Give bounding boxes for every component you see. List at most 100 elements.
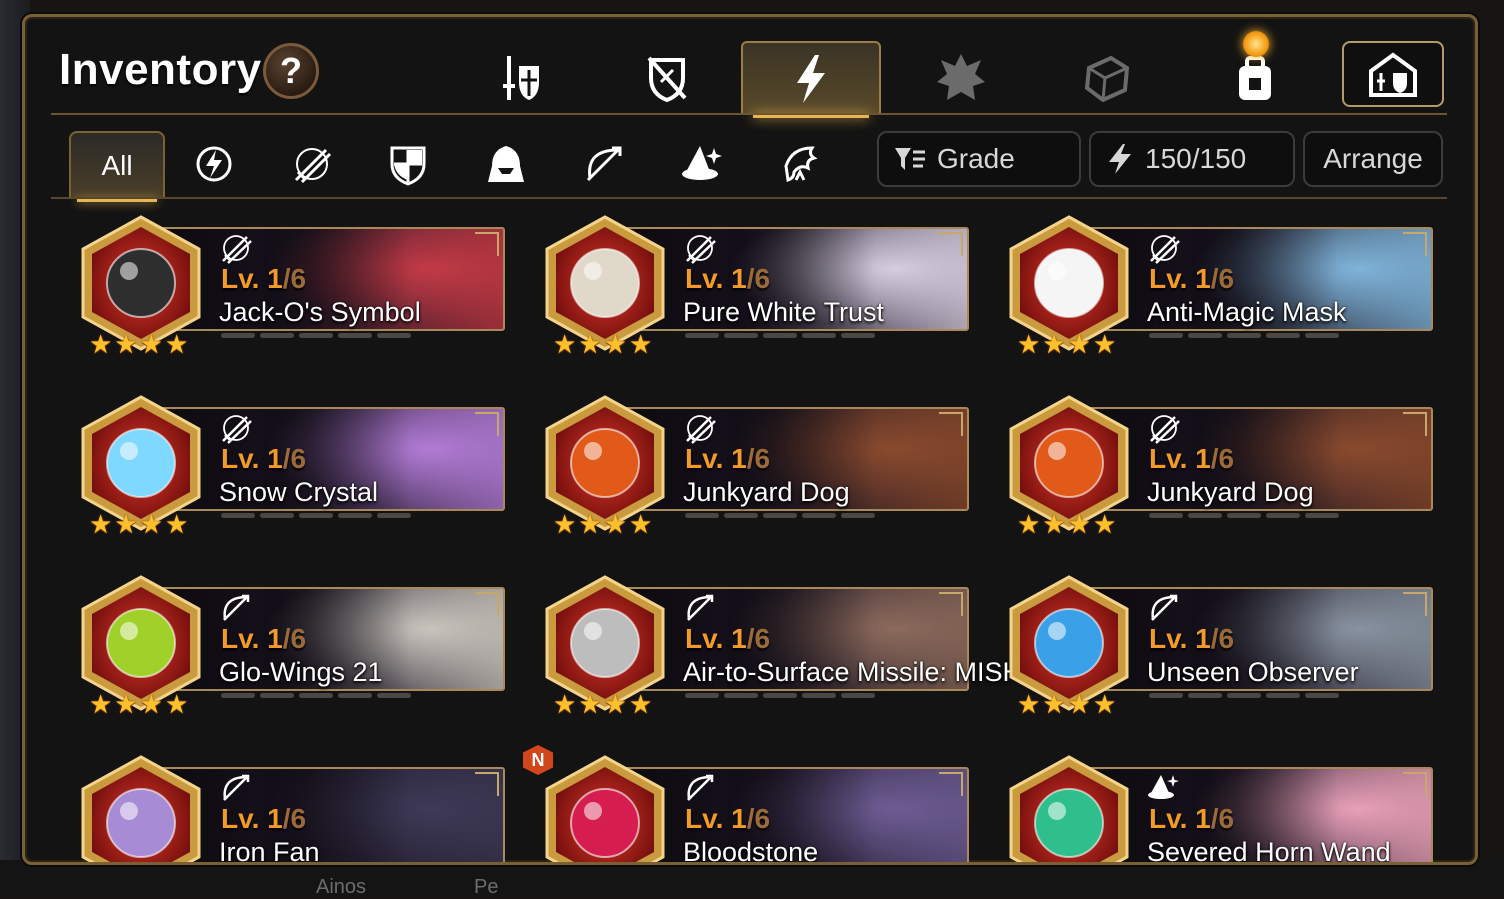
tab-weapon[interactable]: [451, 41, 591, 115]
filter-thief[interactable]: [461, 131, 551, 197]
artifact-portrait-frame: [1009, 755, 1129, 862]
artifact-card[interactable]: Lv. 1/6 Junkyard Dog ★ ★ ★ ★: [999, 393, 1435, 537]
star-icon: ★: [139, 329, 163, 359]
artifact-card[interactable]: Lv. 1/6 Snow Crystal ★ ★ ★ ★: [71, 393, 507, 537]
star-icon: ★: [139, 689, 163, 719]
artifact-name: Junkyard Dog: [1147, 477, 1314, 507]
tab-armor[interactable]: [597, 41, 737, 115]
artifact-level: Lv. 1/6: [221, 263, 306, 295]
star-icon: ★: [603, 689, 627, 719]
artifact-name: Severed Horn Wand: [1147, 837, 1391, 863]
progress-segment: [260, 333, 294, 338]
artifact-level-value: Lv. 1: [1149, 263, 1211, 294]
artifact-level: Lv. 1/6: [685, 803, 770, 835]
filter-soul-weaver[interactable]: [169, 131, 259, 197]
warrior-class-icon: [222, 235, 252, 264]
artifact-card[interactable]: Lv. 1/6Iron Fan★★★★: [71, 753, 507, 862]
tab-catalyst[interactable]: [891, 41, 1031, 115]
star-icon: ★: [553, 509, 577, 539]
star-icon: ★: [553, 689, 577, 719]
star-icon: ★: [1017, 689, 1041, 719]
cube-icon: [1084, 55, 1130, 103]
star-icon: ★: [89, 329, 113, 359]
progress-segment: [724, 693, 758, 698]
filter-ranger[interactable]: [559, 131, 649, 197]
artifact-name: Anti-Magic Mask: [1147, 297, 1347, 327]
progress-segment: [377, 513, 411, 518]
progress-segment: [802, 513, 836, 518]
panel-corner: [1449, 836, 1475, 862]
artifact-card[interactable]: Lv. 1/6 Jack-O's Symbol ★ ★ ★ ★: [71, 213, 507, 357]
filter-all-tab[interactable]: All: [69, 131, 165, 202]
soul-weaver-icon: [196, 146, 232, 182]
progress-segment: [221, 333, 255, 338]
progress-segment: [685, 333, 719, 338]
enhancement-progress: [685, 333, 875, 338]
inventory-panel: Inventory ? All Grade 150/150 Arrange Lv…: [22, 14, 1478, 865]
artifact-name: Bloodstone: [683, 837, 819, 863]
star-icon: ★: [1042, 689, 1066, 719]
star-icon: ★: [1092, 689, 1117, 719]
enhancement-progress: [221, 513, 411, 518]
progress-segment: [841, 333, 875, 338]
progress-segment: [841, 693, 875, 698]
filter-mage[interactable]: [657, 131, 747, 197]
broken-shield-icon: [647, 56, 687, 103]
artifact-level-max: /6: [282, 263, 307, 294]
progress-segment: [841, 513, 875, 518]
warrior-icon: [294, 148, 332, 184]
artifact-card[interactable]: Lv. 1/6Severed Horn Wand★★★★: [999, 753, 1435, 863]
artifact-card[interactable]: Lv. 1/6 Anti-Magic Mask ★ ★ ★ ★: [999, 213, 1435, 357]
artifact-card[interactable]: Lv. 1/6 Pure White Trust ★ ★ ★ ★: [535, 213, 971, 357]
star-icon: ★: [578, 329, 602, 359]
enhancement-progress: [1149, 693, 1339, 698]
progress-segment: [802, 333, 836, 338]
artifact-level-max: /6: [282, 803, 307, 834]
star-icon: ★: [553, 329, 577, 359]
artifact-level: Lv. 1/6: [221, 443, 306, 475]
filter-knight[interactable]: [363, 131, 453, 197]
star-icon: ★: [1067, 329, 1091, 359]
tab-material[interactable]: [1037, 41, 1177, 115]
artifact-level: Lv. 1/6: [685, 443, 770, 475]
filter-knight-bird[interactable]: [755, 131, 845, 197]
star-icon: ★: [603, 509, 627, 539]
help-button[interactable]: ?: [263, 43, 319, 99]
filter-warrior[interactable]: [267, 131, 357, 197]
artifact-name: Unseen Observer: [1147, 657, 1359, 687]
enhancement-progress: [685, 693, 875, 698]
artifact-level: Lv. 1/6: [1149, 263, 1234, 295]
star-icon: ★: [628, 689, 653, 719]
artifact-card[interactable]: Lv. 1/6 Unseen Observer ★ ★ ★ ★: [999, 573, 1435, 717]
storage-button[interactable]: [1342, 41, 1444, 107]
artifact-card[interactable]: Lv. 1/6 Air-to-Surface Missile: MISHA ★ ★ ★ ★: [535, 573, 1040, 717]
progress-segment: [377, 693, 411, 698]
artifact-name: Pure White Trust: [683, 297, 885, 327]
grade-sort-button[interactable]: Grade: [877, 131, 1081, 187]
progress-segment: [1266, 693, 1300, 698]
artifact-level-max: /6: [1210, 623, 1235, 654]
artifact-level-max: /6: [282, 623, 307, 654]
knight-icon: [390, 146, 426, 186]
tab-separator: [51, 113, 1447, 115]
arrange-button[interactable]: Arrange: [1303, 131, 1443, 187]
artifact-card[interactable]: Lv. 1/6 Glo-Wings 21 ★ ★ ★ ★: [71, 573, 507, 717]
panel-corner: [25, 17, 51, 43]
artifact-card[interactable]: Lv. 1/6 Junkyard Dog ★ ★ ★ ★: [535, 393, 971, 537]
sword-shield-icon: [503, 56, 539, 100]
progress-segment: [260, 513, 294, 518]
progress-segment: [1188, 693, 1222, 698]
progress-segment: [338, 333, 372, 338]
artifact-level-value: Lv. 1: [685, 443, 747, 474]
tab-artifact[interactable]: [741, 41, 881, 118]
progress-segment: [1266, 513, 1300, 518]
artifact-card[interactable]: NLv. 1/6Bloodstone★★★★: [523, 745, 971, 863]
enhancement-progress: [221, 333, 411, 338]
page-title: Inventory: [59, 45, 262, 94]
ranger-icon: [586, 146, 622, 182]
star-rating: ★ ★ ★ ★: [1017, 691, 1116, 717]
progress-segment: [1305, 693, 1339, 698]
ranger-class-icon: [1151, 594, 1178, 621]
artifact-level: Lv. 1/6: [1149, 623, 1234, 655]
star-icon: ★: [628, 509, 653, 539]
